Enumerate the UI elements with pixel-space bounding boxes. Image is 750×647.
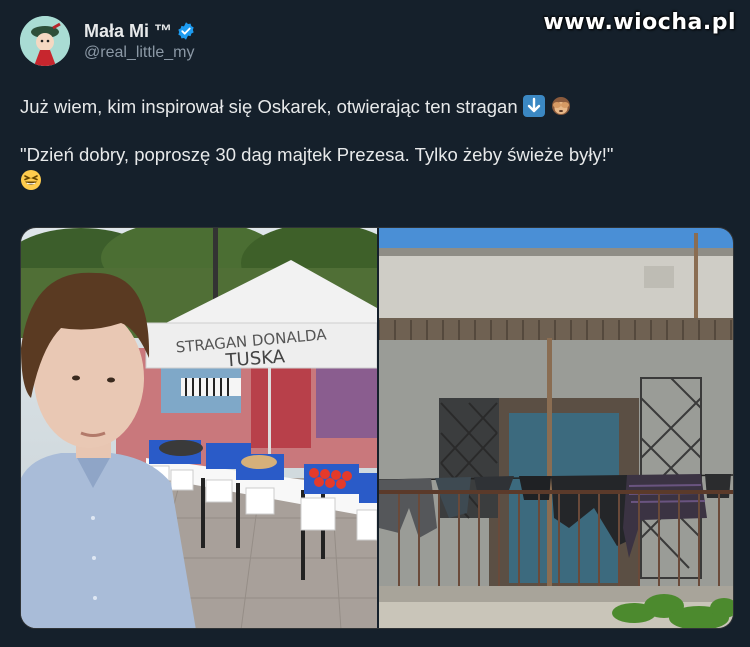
- watermark: www.wiocha.pl: [543, 10, 736, 35]
- tweet-media[interactable]: STRAGAN DONALDA TUSKA: [20, 227, 734, 629]
- verified-badge-icon: [178, 22, 194, 40]
- avatar[interactable]: [20, 16, 70, 66]
- tent-sign-line-2: TUSKA: [224, 346, 286, 371]
- display-name[interactable]: Mała Mi ™: [84, 21, 172, 42]
- moomin-little-my-avatar-icon: [20, 16, 70, 66]
- down-arrow-emoji-icon: [522, 95, 545, 117]
- photo-market-stall[interactable]: STRAGAN DONALDA TUSKA: [21, 228, 377, 628]
- tweet-line-2: "Dzień dobry, poproszę 30 dag majtek Pre…: [20, 142, 720, 194]
- photo-balcony-laundry[interactable]: [379, 228, 733, 628]
- tweet-text: Już wiem, kim inspirował się Oskarek, ot…: [20, 94, 720, 194]
- user-handle[interactable]: @real_little_my: [84, 44, 196, 62]
- tweet-line-1: Już wiem, kim inspirował się Oskarek, ot…: [20, 94, 720, 120]
- grinning-squinting-face-emoji-icon: [21, 170, 41, 190]
- tweet-line-1-text: Już wiem, kim inspirował się Oskarek, ot…: [20, 96, 518, 117]
- tweet-header: Mała Mi ™ @real_little_my: [20, 16, 196, 66]
- tweet-line-2-text: "Dzień dobry, poproszę 30 dag majtek Pre…: [20, 144, 614, 165]
- see-no-evil-monkey-emoji-icon: [551, 97, 570, 115]
